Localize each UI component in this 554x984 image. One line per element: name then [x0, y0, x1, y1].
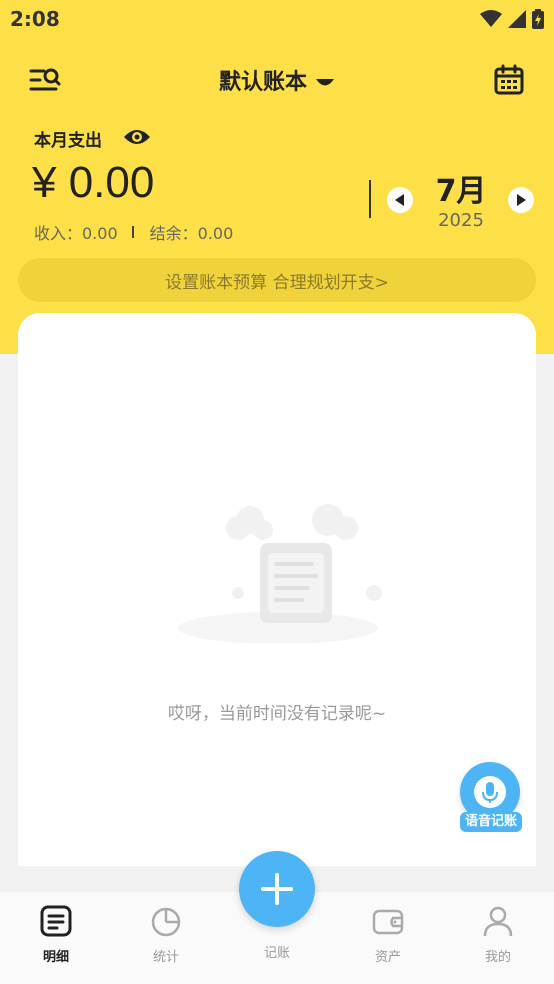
- empty-state-message: 哎呀，当前时间没有记录呢~: [167, 704, 387, 724]
- tab-label: 资产: [374, 950, 401, 965]
- calendar-icon: [494, 64, 524, 95]
- budget-banner[interactable]: 设置账本预算 合理规划开支>: [18, 258, 536, 302]
- wifi-icon: [480, 10, 502, 27]
- tab-label: 我的: [484, 950, 511, 965]
- tab-label: 明细: [42, 950, 69, 965]
- book-selector[interactable]: 默认账本: [0, 64, 554, 96]
- status-icons: [480, 9, 544, 29]
- next-month-button[interactable]: [508, 187, 534, 213]
- tab-assets[interactable]: 资产: [353, 904, 423, 965]
- empty-document-illustration: [178, 504, 382, 643]
- month-label[interactable]: 7月: [420, 166, 502, 210]
- microphone-icon: [474, 776, 506, 808]
- year-label[interactable]: 2025: [420, 210, 502, 231]
- expense-label: 本月支出: [34, 131, 102, 151]
- tab-detail[interactable]: 明细: [21, 904, 91, 965]
- list-icon: [40, 905, 72, 937]
- prev-month-button[interactable]: [387, 187, 413, 213]
- records-card: 哎呀，当前时间没有记录呢~: [18, 313, 536, 866]
- tab-label: 统计: [152, 950, 179, 965]
- triangle-right-icon: [517, 194, 526, 206]
- tab-mine[interactable]: 我的: [463, 904, 533, 965]
- caret-down-icon: [315, 71, 335, 96]
- triangle-left-icon: [395, 194, 404, 206]
- pie-chart-icon: [151, 907, 181, 937]
- expense-amount: ¥ 0.00: [32, 158, 155, 207]
- battery-icon: [532, 9, 544, 29]
- income-text: 收入：0.00: [34, 224, 118, 243]
- status-time: 2:08: [10, 7, 60, 31]
- calendar-button[interactable]: [494, 64, 524, 96]
- tab-record[interactable]: 记账: [242, 938, 312, 961]
- book-name: 默认账本: [218, 70, 307, 95]
- status-bar: 2:08: [0, 0, 554, 38]
- separator: [131, 226, 134, 238]
- user-icon: [483, 906, 513, 937]
- income-balance-line: 收入：0.00 结余：0.00: [34, 220, 233, 244]
- vertical-divider: [369, 180, 371, 218]
- app-header: 默认账本: [0, 56, 554, 104]
- balance-text: 结余：0.00: [149, 224, 234, 243]
- tab-statistics[interactable]: 统计: [131, 904, 201, 965]
- tab-label: 记账: [263, 946, 290, 961]
- eye-icon[interactable]: [122, 126, 152, 148]
- wallet-icon: [372, 909, 404, 935]
- plus-icon: [261, 873, 293, 905]
- voice-record-label[interactable]: 语音记账: [460, 812, 522, 832]
- add-record-button[interactable]: [239, 851, 315, 927]
- signal-icon: [508, 10, 526, 28]
